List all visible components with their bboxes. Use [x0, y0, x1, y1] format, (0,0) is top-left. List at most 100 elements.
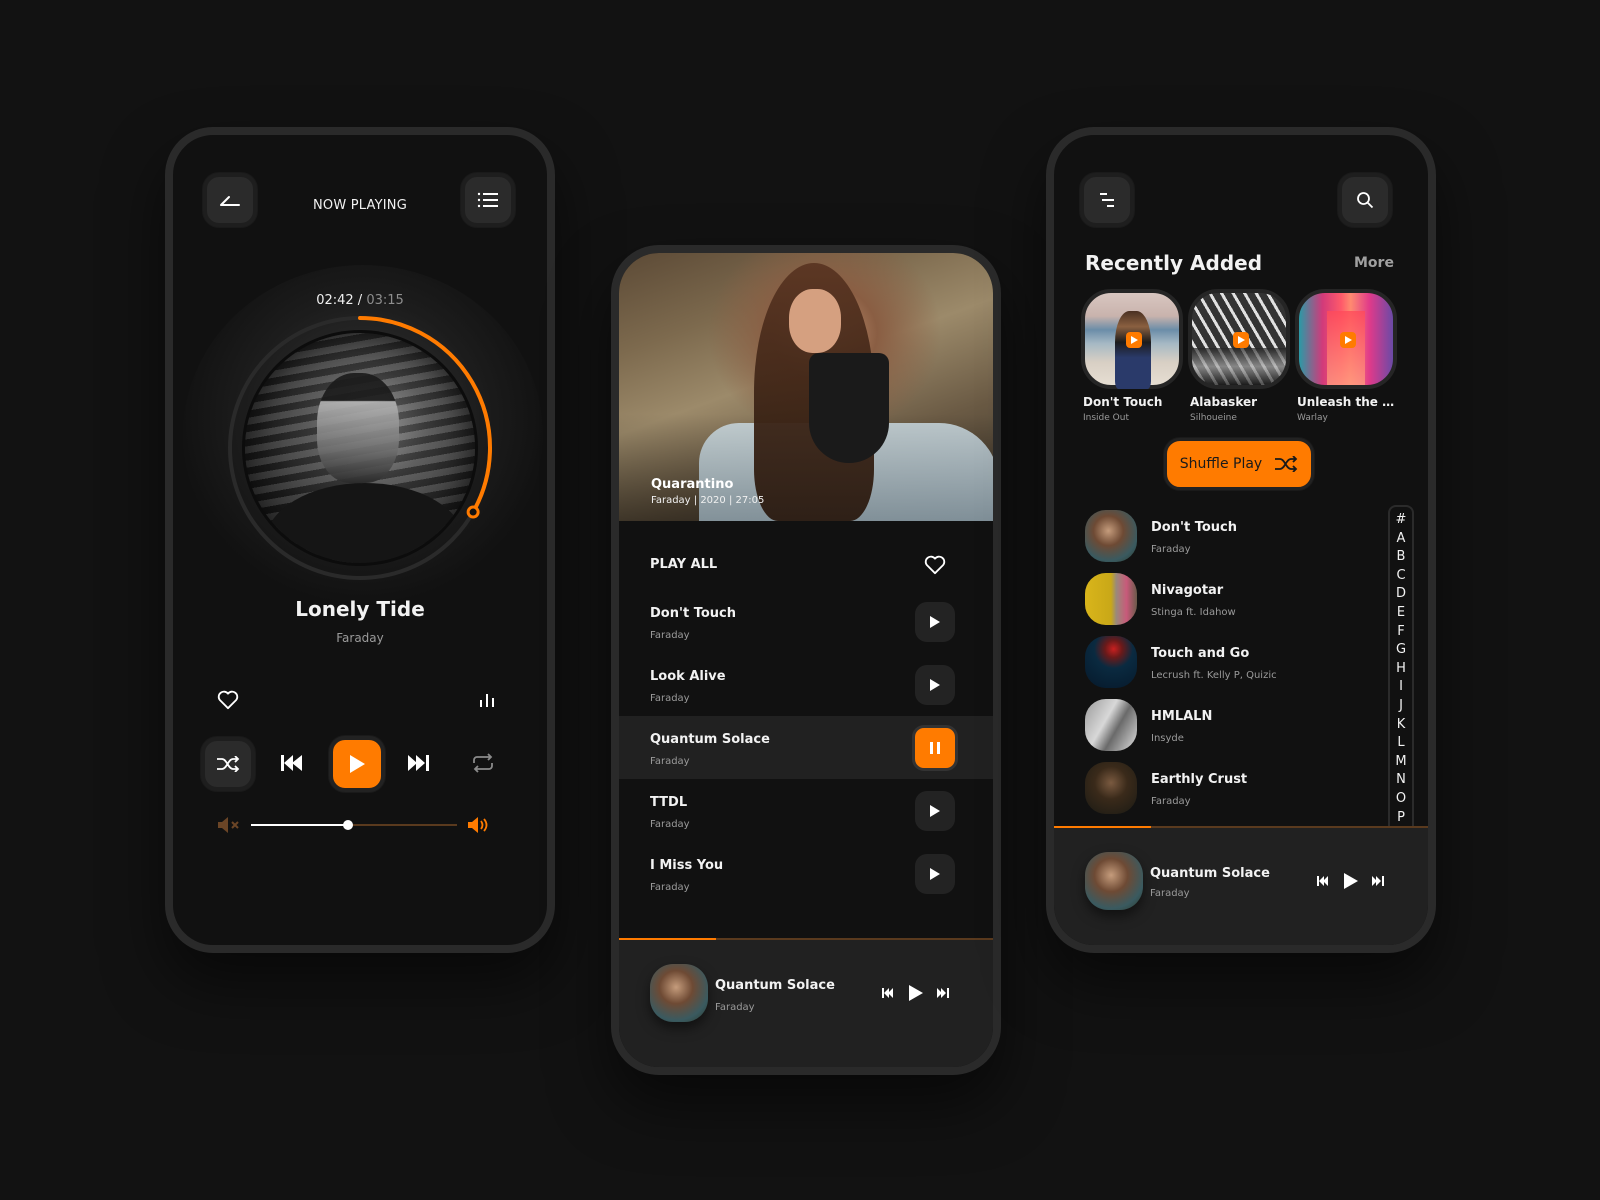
mute-icon[interactable] [217, 817, 241, 833]
alphabet-letter[interactable]: B [1397, 548, 1406, 567]
progress-knob[interactable] [466, 505, 480, 519]
now-playing-screen: NOW PLAYING 02:42 / 03:15 Lonely Tide Fa… [165, 127, 555, 953]
album-cover: Quarantino Faraday | 2020 | 27:05 [619, 253, 993, 521]
heart-icon[interactable] [924, 555, 946, 575]
track-title: TTDL [650, 795, 688, 810]
track-artist: Faraday [650, 882, 690, 893]
alphabet-letter[interactable]: I [1399, 678, 1403, 697]
track-title: Quantum Solace [650, 732, 770, 747]
more-link[interactable]: More [1354, 255, 1394, 271]
next-icon[interactable] [407, 754, 429, 772]
track-pause-button[interactable] [912, 725, 958, 771]
volume-up-icon[interactable] [467, 816, 491, 834]
alphabet-letter[interactable]: C [1396, 567, 1405, 586]
track-row[interactable]: Look Alive Faraday [619, 653, 993, 716]
track-row[interactable]: I Miss You Faraday [619, 842, 993, 905]
play-icon[interactable] [908, 984, 924, 1002]
track-play-button[interactable] [915, 602, 955, 642]
menu-icon [1100, 193, 1114, 207]
song-row[interactable]: Nivagotar Stinga ft. Idahow [1085, 573, 1375, 629]
album-name: Don't Touch [1083, 395, 1163, 409]
album-screen: Quarantino Faraday | 2020 | 27:05 PLAY A… [611, 245, 1001, 1075]
repeat-icon[interactable] [471, 753, 495, 773]
alphabet-letter[interactable]: # [1396, 511, 1407, 530]
play-icon [930, 868, 940, 880]
album-play-button[interactable] [1126, 332, 1142, 348]
album-title: Quarantino [651, 477, 734, 492]
menu-button[interactable] [1080, 173, 1134, 227]
alphabet-letter[interactable]: E [1397, 604, 1405, 623]
alphabet-letter[interactable]: A [1397, 530, 1406, 549]
alphabet-index[interactable]: # A B C D E F G H I J K L M N O P [1388, 505, 1414, 835]
play-all-button[interactable]: PLAY ALL [650, 557, 717, 572]
playlist-button[interactable] [461, 173, 515, 227]
recent-album-card[interactable]: Unleash the st... Warlay [1295, 289, 1397, 423]
equalizer-icon[interactable] [479, 692, 495, 708]
album-play-button[interactable] [1233, 332, 1249, 348]
search-button[interactable] [1338, 173, 1392, 227]
alphabet-letter[interactable]: D [1396, 585, 1406, 604]
heart-icon[interactable] [217, 690, 239, 710]
track-row[interactable]: Don't Touch Faraday [619, 590, 993, 653]
mini-player-title: Quantum Solace [715, 978, 835, 993]
track-title: Don't Touch [650, 606, 736, 621]
album-name: Unleash the st... [1297, 395, 1397, 409]
mini-player[interactable]: Quantum Solace Faraday [1054, 828, 1428, 945]
mini-player-artist: Faraday [715, 1002, 755, 1013]
volume-knob[interactable] [342, 820, 353, 830]
next-icon[interactable] [937, 988, 949, 998]
track-row-active[interactable]: Quantum Solace Faraday [619, 716, 993, 779]
alphabet-letter[interactable]: L [1397, 734, 1404, 753]
song-title: Earthly Crust [1151, 772, 1248, 787]
previous-icon[interactable] [882, 988, 894, 998]
volume-slider[interactable] [251, 820, 457, 830]
alphabet-letter[interactable]: N [1396, 771, 1406, 790]
album-art [1295, 289, 1397, 389]
mini-player-art [1085, 852, 1143, 910]
alphabet-letter[interactable]: G [1396, 641, 1406, 660]
next-icon[interactable] [1372, 876, 1384, 886]
track-play-button[interactable] [915, 854, 955, 894]
track-row[interactable]: TTDL Faraday [619, 779, 993, 842]
shuffle-button[interactable] [201, 737, 255, 791]
previous-icon[interactable] [281, 754, 303, 772]
track-artist: Faraday [650, 693, 690, 704]
alphabet-letter[interactable]: J [1399, 697, 1403, 716]
track-play-button[interactable] [915, 791, 955, 831]
song-artist: Faraday [336, 631, 384, 645]
mini-player[interactable]: Quantum Solace Faraday [619, 940, 993, 1067]
song-artist: Insyde [1151, 733, 1184, 744]
alphabet-letter[interactable]: H [1396, 660, 1406, 679]
recent-album-card[interactable]: Don't Touch Inside Out [1081, 289, 1183, 423]
progress-ring[interactable] [225, 313, 495, 583]
shuffle-icon [1275, 456, 1298, 472]
album-art [245, 333, 475, 563]
alphabet-letter[interactable]: P [1397, 809, 1405, 828]
album-play-button[interactable] [1340, 332, 1356, 348]
alphabet-letter[interactable]: M [1395, 753, 1406, 772]
recently-added-heading: Recently Added [1085, 251, 1263, 275]
song-title: HMLALN [1151, 709, 1213, 724]
play-icon[interactable] [1343, 872, 1359, 890]
shuffle-play-button[interactable]: Shuffle Play [1164, 438, 1314, 490]
song-artist: Lecrush ft. Kelly P, Quizic [1151, 670, 1277, 681]
time-separator: / [353, 293, 367, 308]
track-title: I Miss You [650, 858, 724, 873]
song-art [1085, 636, 1137, 688]
recent-album-card[interactable]: Alabasker Silhoueine [1188, 289, 1290, 423]
play-button[interactable] [329, 736, 385, 792]
song-row[interactable]: Don't Touch Faraday [1085, 510, 1375, 566]
song-row[interactable]: Touch and Go Lecrush ft. Kelly P, Quizic [1085, 636, 1375, 692]
alphabet-letter[interactable]: K [1397, 716, 1406, 735]
previous-icon[interactable] [1317, 876, 1329, 886]
song-row[interactable]: Earthly Crust Faraday [1085, 762, 1375, 818]
track-title: Look Alive [650, 669, 726, 684]
track-play-button[interactable] [915, 665, 955, 705]
alphabet-letter[interactable]: F [1397, 623, 1404, 642]
song-art [1085, 573, 1137, 625]
album-art [1081, 289, 1183, 389]
song-row[interactable]: HMLALN Insyde [1085, 699, 1375, 755]
song-title: Don't Touch [1151, 520, 1237, 535]
alphabet-letter[interactable]: O [1396, 790, 1406, 809]
album-art [1188, 289, 1290, 389]
